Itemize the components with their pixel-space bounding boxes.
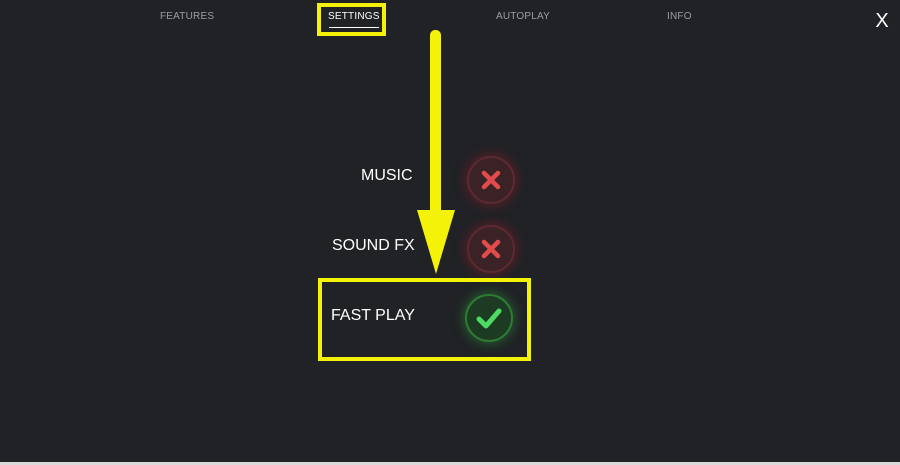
- down-arrow-icon: [417, 30, 455, 274]
- close-button[interactable]: X: [873, 9, 891, 33]
- fast-play-toggle[interactable]: [465, 294, 513, 342]
- cross-icon: [481, 170, 501, 190]
- tab-info[interactable]: INFO: [667, 11, 692, 22]
- music-toggle[interactable]: [467, 156, 515, 204]
- cross-icon: [481, 239, 501, 259]
- sound-fx-label: SOUND FX: [332, 237, 415, 254]
- tab-features[interactable]: FEATURES: [160, 11, 214, 22]
- tab-settings[interactable]: SETTINGS: [328, 11, 380, 28]
- tab-settings-label: SETTINGS: [328, 11, 380, 22]
- settings-screen: FEATURES SETTINGS AUTOPLAY INFO X MUSIC …: [0, 0, 900, 465]
- sound-fx-toggle[interactable]: [467, 225, 515, 273]
- music-label: MUSIC: [361, 167, 413, 184]
- active-tab-underline: [329, 27, 379, 28]
- check-icon: [476, 308, 502, 329]
- tab-autoplay[interactable]: AUTOPLAY: [496, 11, 550, 22]
- fast-play-label: FAST PLAY: [331, 307, 415, 324]
